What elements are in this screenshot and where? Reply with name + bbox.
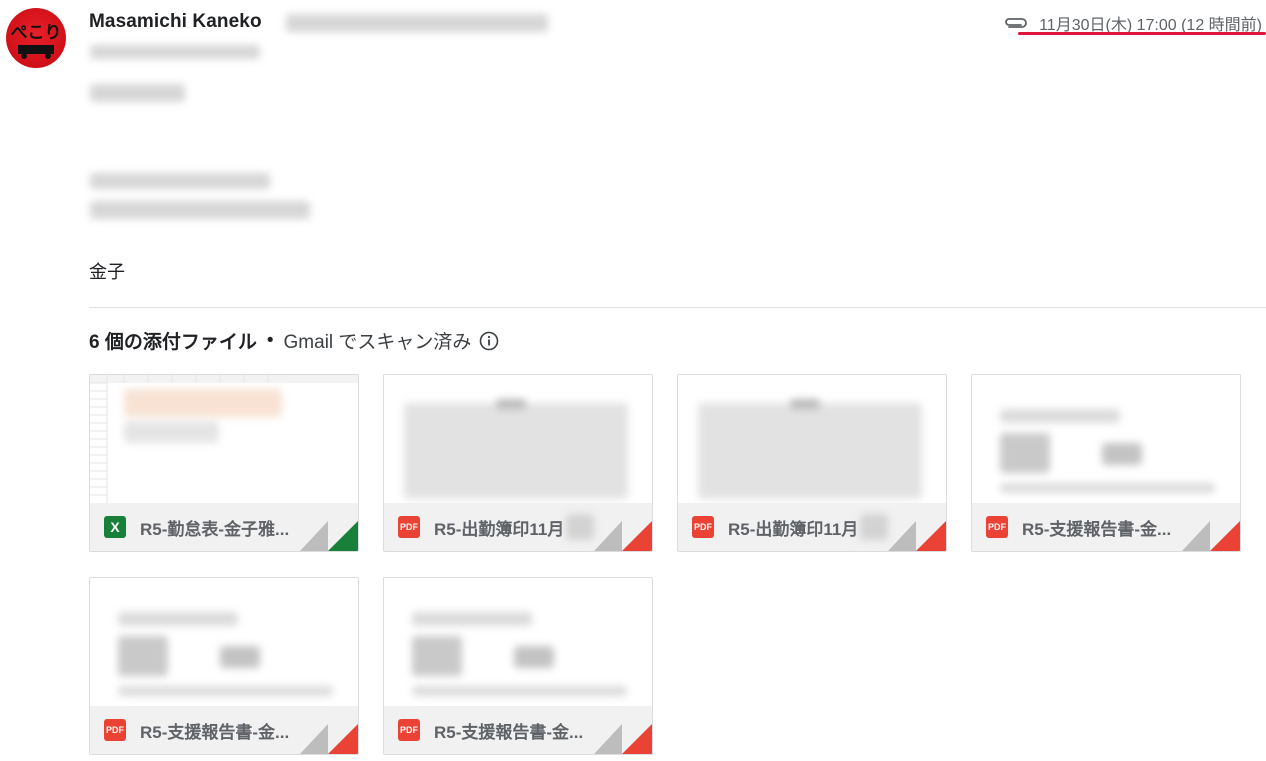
attachments-divider xyxy=(89,307,1266,308)
scan-status: Gmail でスキャン済み xyxy=(283,332,472,353)
pdf-icon: PDF xyxy=(986,516,1008,538)
attachment-filename: R5-支援報告書-金... xyxy=(1022,519,1172,539)
preview-blurred-content xyxy=(1000,483,1215,493)
attachment-card[interactable]: PDF R5-支援報告書-金... xyxy=(89,577,359,755)
svg-text:ぺこり: ぺこり xyxy=(11,23,62,43)
body-signoff: 金子 xyxy=(89,262,125,283)
preview-blurred-content xyxy=(124,389,282,417)
spreadsheet-icon: X xyxy=(104,516,126,538)
body-redacted-line xyxy=(90,84,185,102)
preview-blurred-content xyxy=(514,646,554,668)
page-curl-corner xyxy=(888,521,946,551)
preview-blurred-content xyxy=(698,403,922,499)
preview-blurred-content xyxy=(412,612,532,626)
preview-blurred-content xyxy=(412,636,462,676)
attachment-preview xyxy=(972,375,1240,503)
page-curl-corner xyxy=(594,724,652,754)
attachment-preview xyxy=(90,578,358,706)
preview-blurred-content xyxy=(790,399,820,409)
attachment-preview xyxy=(90,375,358,503)
preview-blurred-content xyxy=(496,399,526,409)
info-icon[interactable] xyxy=(479,331,499,351)
pdf-icon: PDF xyxy=(104,719,126,741)
sender-email-redacted xyxy=(286,14,548,32)
attachment-filename: R5-支援報告書-金... xyxy=(140,722,290,742)
page-curl-corner xyxy=(300,521,358,551)
page-curl-corner xyxy=(1182,521,1240,551)
filename-redacted xyxy=(860,514,889,540)
attachment-card[interactable]: PDF R5-出勤簿印11月 xyxy=(677,374,947,552)
attachment-card[interactable]: X R5-勤怠表-金子雅... xyxy=(89,374,359,552)
attachments-header: 6 個の添付ファイル • Gmail でスキャン済み xyxy=(89,327,499,354)
pdf-icon: PDF xyxy=(398,516,420,538)
preview-blurred-content xyxy=(1000,409,1120,423)
attachment-preview xyxy=(384,578,652,706)
sender-name[interactable]: Masamichi Kaneko xyxy=(89,11,262,33)
attachment-preview xyxy=(384,375,652,503)
preview-blurred-content xyxy=(1102,443,1142,465)
attachment-card[interactable]: PDF R5-支援報告書-金... xyxy=(971,374,1241,552)
attachment-filename: R5-出勤簿印11月 xyxy=(434,519,565,539)
datetime-highlight-underline xyxy=(1018,32,1266,35)
attachment-card[interactable]: PDF R5-支援報告書-金... xyxy=(383,577,653,755)
attachment-card[interactable]: PDF R5-出勤簿印11月 xyxy=(383,374,653,552)
preview-blurred-content xyxy=(412,686,627,696)
preview-blurred-content xyxy=(220,646,260,668)
filename-redacted xyxy=(566,514,595,540)
preview-blurred-content xyxy=(118,636,168,676)
preview-blurred-content xyxy=(118,686,333,696)
attachment-preview xyxy=(678,375,946,503)
preview-blurred-content xyxy=(404,403,628,499)
attachments-count: 6 個の添付ファイル xyxy=(89,332,257,353)
avatar[interactable]: ぺこり xyxy=(6,8,66,68)
preview-blurred-content xyxy=(124,421,219,443)
body-redacted-line xyxy=(90,201,310,219)
page-curl-corner xyxy=(300,724,358,754)
attachment-filename: R5-勤怠表-金子雅... xyxy=(140,519,290,539)
pdf-icon: PDF xyxy=(398,719,420,741)
body-redacted-line xyxy=(90,45,260,59)
body-redacted-line xyxy=(90,173,270,189)
page-curl-corner xyxy=(594,521,652,551)
attachment-filename: R5-出勤簿印11月 xyxy=(728,519,859,539)
preview-blurred-content xyxy=(1000,433,1050,473)
paperclip-icon xyxy=(1005,18,1027,28)
pdf-icon: PDF xyxy=(692,516,714,538)
separator-dot: • xyxy=(266,329,274,351)
preview-blurred-content xyxy=(118,612,238,626)
attachment-filename: R5-支援報告書-金... xyxy=(434,722,584,742)
